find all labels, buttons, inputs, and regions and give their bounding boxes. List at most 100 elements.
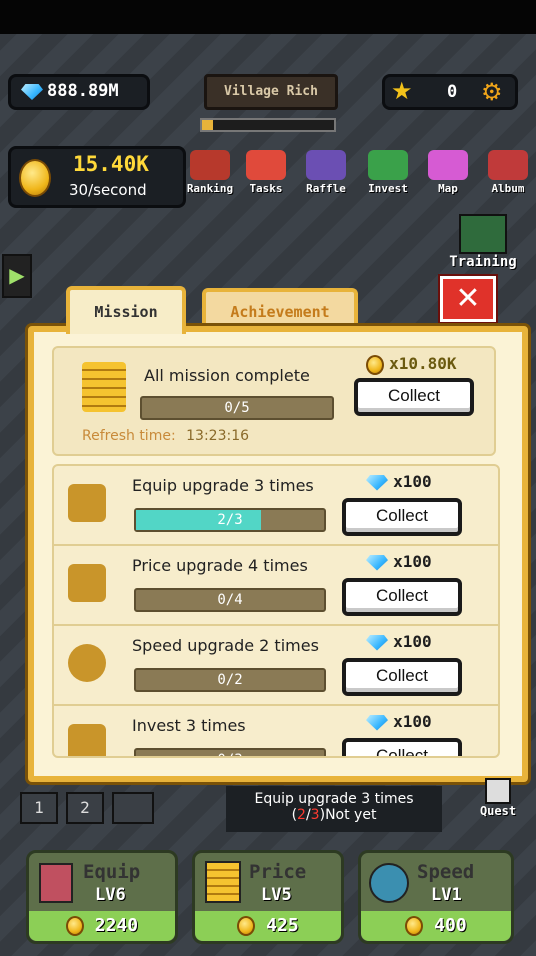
mission-reward: x100	[366, 632, 432, 651]
coin-stack-icon	[82, 362, 126, 412]
chart-up-icon	[68, 724, 106, 756]
floor-label: 2	[80, 798, 90, 817]
mission-collect-button[interactable]: Collect	[342, 578, 462, 616]
collect-label: Collect	[388, 386, 440, 405]
quest-scroll-icon	[485, 778, 511, 804]
shop-icon[interactable]	[112, 792, 154, 824]
nav-ranking[interactable]: Ranking	[186, 150, 234, 198]
nav-album[interactable]: Album	[484, 150, 532, 198]
refresh-info: Refresh time: 13:23:16	[82, 428, 249, 444]
training-label: Training	[449, 254, 517, 270]
mission-reward: x100	[366, 472, 432, 491]
all-mission-collect-button[interactable]: Collect	[354, 378, 474, 416]
gameboy-icon	[39, 863, 73, 903]
mission-reward: x100	[366, 552, 432, 571]
all-mission-reward: x10.80K	[366, 354, 457, 375]
quest-line: Equip upgrade 3 times	[254, 791, 414, 807]
upgrade-name: Speed	[417, 861, 475, 883]
coin-rate: 30/second	[69, 181, 147, 199]
upgrade-cost: 400	[361, 911, 511, 941]
nav-map[interactable]: Map	[424, 150, 472, 198]
upgrade-cost-value: 400	[434, 915, 467, 936]
nav-raffle[interactable]: Raffle	[302, 150, 350, 198]
mission-reward-amount: x100	[393, 712, 432, 731]
coin-counter[interactable]: 15.40K 30/second	[8, 146, 186, 208]
side-arrow-icon[interactable]: ▶	[2, 254, 32, 298]
price-upgrade-card[interactable]: Price LV5 425	[192, 850, 344, 944]
mission-row: Speed upgrade 2 times 0/2 x100 Collect	[54, 626, 498, 706]
gameboy-icon	[68, 484, 106, 522]
quest-button[interactable]: Quest	[474, 778, 522, 818]
mission-progress-bar: 0/3	[134, 748, 326, 756]
upgrade-name: Equip	[83, 861, 141, 883]
coin-stack-icon	[205, 861, 241, 903]
mission-row: Equip upgrade 3 times 2/3 x100 Collect	[54, 466, 498, 546]
mission-progress-text: 0/3	[136, 750, 324, 756]
upgrade-level: LV1	[431, 885, 462, 905]
gem-counter[interactable]: 888.89M	[8, 74, 150, 110]
upgrade-name: Price	[249, 861, 307, 883]
status-bar	[0, 0, 536, 34]
equip-upgrade-card[interactable]: Equip LV6 2240	[26, 850, 178, 944]
gem-amount: 888.89M	[47, 81, 119, 101]
nav-album-label: Album	[491, 182, 525, 195]
mission-reward-amount: x100	[393, 632, 432, 651]
gem-icon	[21, 84, 43, 100]
mission-list[interactable]: Equip upgrade 3 times 2/3 x100 Collect P…	[52, 464, 500, 758]
mission-reward-amount: x100	[393, 552, 432, 571]
nav-tasks[interactable]: Tasks	[242, 150, 290, 198]
mission-row: Invest 3 times 0/3 x100 Collect	[54, 706, 498, 758]
training-button[interactable]: Training	[438, 214, 528, 276]
map-pin-icon	[428, 150, 468, 180]
speedometer-up-icon	[68, 644, 106, 682]
upgrade-cost-value: 2240	[94, 915, 139, 936]
raffle-icon	[306, 150, 346, 180]
mission-reward-amount: x100	[393, 472, 432, 491]
all-mission-progress-text: 0/5	[224, 400, 250, 416]
invest-icon	[368, 150, 408, 180]
speedometer-icon	[369, 863, 409, 903]
collect-label: Collect	[376, 506, 428, 525]
nav-raffle-label: Raffle	[306, 182, 346, 195]
village-progress	[200, 118, 336, 132]
mission-progress-text: 0/4	[217, 592, 243, 608]
quest-current: 2	[297, 807, 306, 823]
upgrade-cost: 425	[195, 911, 341, 941]
floor-button-2[interactable]: 2	[66, 792, 104, 824]
star-icon: ★	[391, 77, 413, 105]
village-title-plate: Village Rich	[204, 74, 338, 110]
star-counter[interactable]: ★ 0 ⚙	[382, 74, 518, 110]
tab-achievement-label: Achievement	[230, 303, 330, 321]
tab-mission-label: Mission	[94, 303, 158, 321]
gem-icon	[366, 474, 388, 491]
quest-tracker[interactable]: Equip upgrade 3 times (2/3)Not yet	[226, 786, 442, 832]
collect-label: Collect	[376, 586, 428, 605]
quest-status: (2/3)Not yet	[226, 807, 442, 823]
close-button[interactable]: ✕	[438, 274, 498, 324]
nav-invest-label: Invest	[368, 182, 408, 195]
mission-collect-button[interactable]: Collect	[342, 738, 462, 758]
collect-label: Collect	[376, 746, 428, 758]
all-mission-progress-bar: 0/5	[140, 396, 334, 420]
mission-title: Price upgrade 4 times	[132, 556, 308, 575]
coin-icon	[366, 354, 384, 375]
mission-progress-bar: 0/2	[134, 668, 326, 692]
mission-collect-button[interactable]: Collect	[342, 658, 462, 696]
mission-progress-text: 0/2	[217, 672, 243, 688]
coin-icon	[237, 916, 256, 936]
gem-icon	[366, 714, 388, 731]
coin-icon	[405, 916, 424, 936]
nav-invest[interactable]: Invest	[364, 150, 412, 198]
upgrade-cost-value: 425	[266, 915, 299, 936]
mission-collect-button[interactable]: Collect	[342, 498, 462, 536]
speed-upgrade-card[interactable]: Speed LV1 400	[358, 850, 514, 944]
settings-gear-icon[interactable]: ⚙	[481, 78, 503, 106]
mission-progress-bar: 2/3	[134, 508, 326, 532]
mission-reward: x100	[366, 712, 432, 731]
upgrade-level: LV5	[261, 885, 292, 905]
all-mission-title: All mission complete	[144, 366, 310, 385]
tab-mission[interactable]: Mission	[66, 286, 186, 334]
floor-button-1[interactable]: 1	[20, 792, 58, 824]
training-icon	[459, 214, 507, 254]
refresh-time: 13:23:16	[186, 428, 250, 444]
